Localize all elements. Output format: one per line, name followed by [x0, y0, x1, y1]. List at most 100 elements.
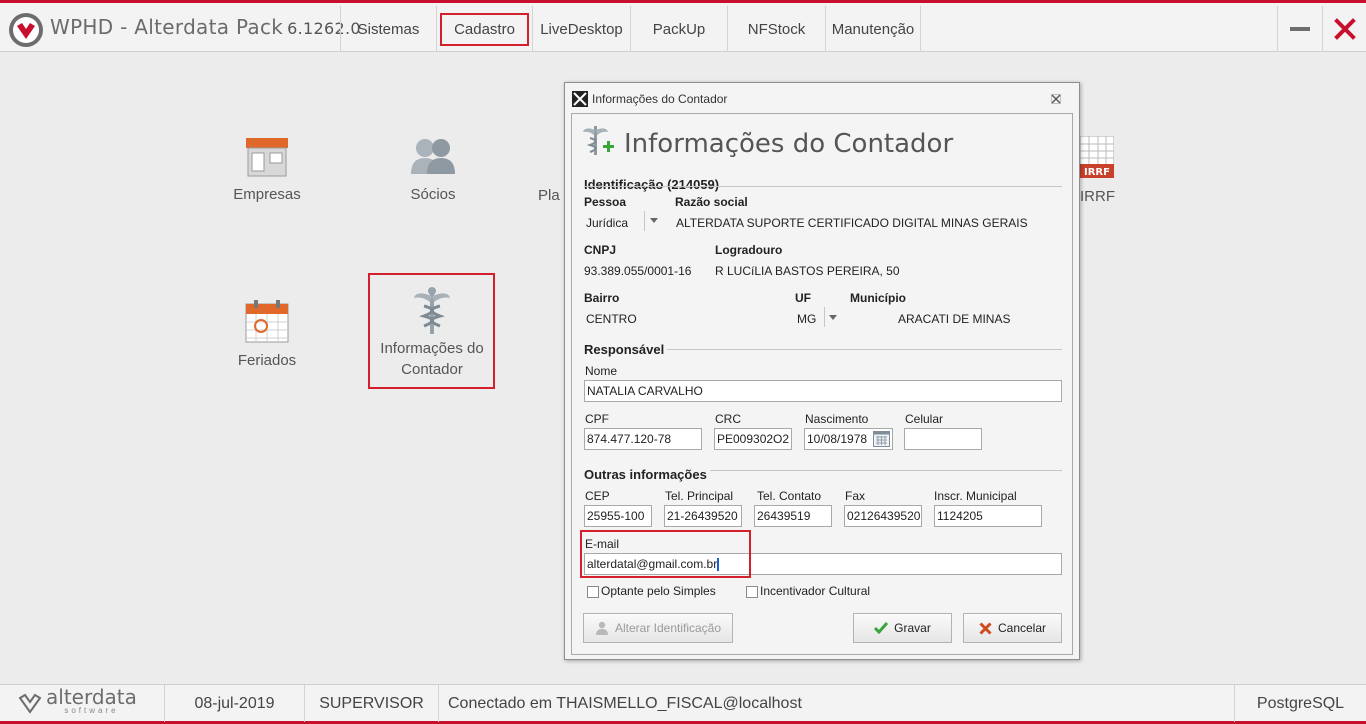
municipio-value: ARACATI DE MINAS — [898, 312, 1011, 326]
dialog-window-title: Informações do Contador — [592, 92, 728, 106]
inscr-municipal-label: Inscr. Municipal — [934, 489, 1017, 503]
tel-contato-field[interactable]: 26439519 — [754, 505, 832, 527]
tile-irrf-label: IRRF — [1080, 188, 1115, 205]
cancel-x-icon — [979, 621, 992, 635]
building-icon — [246, 138, 288, 177]
tile-empresas-label: Empresas — [233, 186, 301, 203]
tile-pla-label: Pla — [538, 187, 560, 204]
pessoa-label: Pessoa — [584, 195, 627, 209]
divider — [710, 470, 1062, 471]
svg-text:IRRF: IRRF — [1084, 167, 1110, 178]
top-bar: WPHD - Alterdata Pack 6.1262.0 Sistemas C… — [0, 0, 1366, 52]
tile-irrf-partial[interactable]: IRRF IRRF — [1080, 136, 1120, 205]
alterdata-logo-icon — [9, 13, 43, 47]
celular-field[interactable] — [904, 428, 982, 450]
bairro-value: CENTRO — [586, 312, 637, 326]
tile-feriados-label: Feriados — [237, 352, 297, 369]
logradouro-value: R LUCíLIA BASTOS PEREIRA, 50 — [715, 264, 900, 278]
cpf-label: CPF — [585, 412, 609, 426]
tile-socios-label: Sócios — [410, 186, 456, 203]
nome-label: Nome — [585, 364, 618, 378]
alterdata-brand-icon — [18, 693, 42, 714]
users-icon — [411, 139, 455, 174]
razao-social-label: Razão social — [675, 195, 748, 209]
calendar-icon — [245, 300, 289, 343]
cnpj-label: CNPJ — [584, 243, 617, 257]
email-highlight-box — [580, 530, 751, 578]
incentivador-cultural-checkbox[interactable] — [746, 586, 758, 598]
tile-contador-label-2: Contador — [401, 361, 463, 378]
tile-feriados[interactable]: Feriados — [222, 300, 312, 369]
crc-label: CRC — [715, 412, 741, 426]
logradouro-label: Logradouro — [715, 243, 783, 257]
app-title: WPHD - Alterdata Pack 6.1262.0 — [50, 15, 361, 39]
optante-simples-label: Optante pelo Simples — [601, 584, 716, 598]
user-icon — [595, 621, 608, 635]
municipio-label: Município — [850, 291, 906, 305]
dialog-body: Informações do Contador Identificação (2… — [571, 113, 1073, 655]
optante-simples-checkbox[interactable] — [587, 586, 599, 598]
tel-contato-label: Tel. Contato — [757, 489, 822, 503]
nome-field[interactable]: NATALIA CARVALHO — [584, 380, 1062, 402]
menu-manutencao[interactable]: Manutenção — [825, 6, 921, 52]
dialog-heading: Informações do Contador — [624, 129, 954, 159]
caduceus-icon — [414, 287, 450, 334]
cep-field[interactable]: 25955-100 — [584, 505, 652, 527]
uf-value: MG — [797, 312, 817, 326]
tel-principal-field[interactable]: 21-26439520 — [664, 505, 742, 527]
tile-empresas[interactable]: Empresas — [222, 136, 312, 203]
contador-dialog: Informações do Contador Informações do C… — [564, 82, 1080, 660]
menu-packup[interactable]: PackUp — [630, 6, 727, 52]
gravar-button[interactable]: Gravar — [853, 613, 952, 643]
menu-nfstock[interactable]: NFStock — [727, 6, 825, 52]
minimize-icon — [1289, 27, 1310, 31]
section-responsavel: Responsável — [584, 342, 665, 357]
celular-label: Celular — [905, 412, 944, 426]
divider — [667, 349, 1062, 350]
calendar-picker-icon[interactable] — [873, 431, 890, 447]
status-user: SUPERVISOR — [304, 685, 438, 722]
tile-socios[interactable]: Sócios — [388, 136, 478, 203]
minimize-button[interactable] — [1277, 6, 1321, 52]
status-date: 08-jul-2019 — [164, 685, 304, 722]
menu-sistemas[interactable]: Sistemas — [340, 6, 436, 52]
menu-livedesktop[interactable]: LiveDesktop — [532, 6, 630, 52]
brand-name: alterdata — [46, 684, 137, 709]
status-bar: alterdata software 08-jul-2019 SUPERVISO… — [0, 684, 1366, 724]
close-icon — [1333, 18, 1356, 40]
cancelar-button[interactable]: Cancelar — [963, 613, 1062, 643]
razao-social-value: ALTERDATA SUPORTE CERTIFICADO DIGITAL MI… — [676, 216, 1028, 230]
inscr-municipal-field[interactable]: 1124205 — [934, 505, 1042, 527]
bairro-label: Bairro — [584, 291, 620, 305]
cpf-field[interactable]: 874.477.120-78 — [584, 428, 702, 450]
cnpj-value: 93.389.055/0001-16 — [584, 264, 692, 278]
tile-contador-label-1: Informações do — [380, 340, 484, 357]
fax-label: Fax — [845, 489, 866, 503]
contador-add-icon — [583, 126, 614, 155]
dialog-app-icon — [572, 91, 588, 107]
divider — [824, 307, 825, 327]
divider — [644, 211, 645, 231]
tile-informacoes-contador[interactable]: Informações do Contador — [372, 286, 492, 380]
check-icon — [874, 622, 889, 634]
fax-field[interactable]: 02126439520 — [844, 505, 922, 527]
section-identificacao: Identificação (214059) — [584, 177, 720, 192]
incentivador-cultural-label: Incentivador Cultural — [760, 584, 871, 598]
dialog-titlebar: Informações do Contador — [565, 83, 1079, 113]
pessoa-value: Jurídica — [586, 216, 629, 230]
chevron-down-icon[interactable] — [650, 218, 658, 223]
alterar-identificacao-button[interactable]: Alterar Identificação — [583, 613, 733, 643]
status-connection: Conectado em THAISMELLO_FISCAL@localhost — [438, 685, 1234, 722]
menu-cadastro[interactable]: Cadastro — [436, 6, 532, 52]
chevron-down-icon[interactable] — [829, 315, 837, 320]
status-database: PostgreSQL — [1234, 685, 1366, 722]
crc-field[interactable]: PE009302O2 — [714, 428, 792, 450]
irrf-table-icon: IRRF — [1080, 136, 1114, 178]
dialog-close-icon[interactable] — [1051, 94, 1061, 104]
close-app-button[interactable] — [1322, 6, 1366, 52]
app-name: WPHD - Alterdata Pack — [50, 15, 284, 39]
cep-label: CEP — [585, 489, 610, 503]
nascimento-label: Nascimento — [805, 412, 869, 426]
section-outras-informacoes: Outras informações — [584, 467, 707, 482]
divider — [584, 186, 1062, 187]
